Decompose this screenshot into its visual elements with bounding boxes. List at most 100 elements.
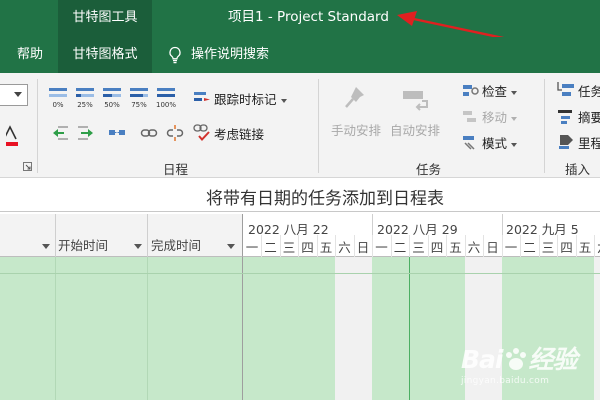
paw-print-icon	[505, 348, 526, 370]
column-filter-icon[interactable]	[42, 244, 50, 249]
auto-schedule-button[interactable]: 自动安排	[390, 120, 440, 139]
column-header-finish[interactable]: 完成时间	[151, 235, 201, 254]
percent-complete-75-button[interactable]: 75%	[126, 85, 152, 115]
ribbon-separator	[318, 79, 319, 173]
timescale-day: 六	[467, 240, 481, 255]
percent-label: 25%	[77, 101, 93, 109]
tell-me-search[interactable]: 操作说明搜索	[168, 37, 269, 73]
mode-button[interactable]: 模式	[482, 133, 518, 152]
move-label: 移动	[482, 110, 508, 125]
insert-task-icon	[557, 82, 574, 96]
ribbon-separator	[37, 79, 38, 173]
indent-task-icon[interactable]	[77, 124, 95, 142]
timescale-day: 一	[245, 240, 259, 255]
dialog-launcher-icon[interactable]	[23, 162, 32, 171]
baidu-jingyan-watermark: Bai 经验 jingyan.baidu.com	[461, 332, 591, 394]
timescale-day: 二	[393, 240, 407, 255]
tasks-group-label: 任务	[416, 162, 442, 177]
day-separator	[594, 235, 595, 257]
mode-icon	[463, 136, 475, 150]
column-gridline	[147, 257, 148, 400]
inspect-button[interactable]: 检查	[482, 81, 518, 100]
insert-summary-button[interactable]: 摘要	[578, 107, 600, 126]
lightbulb-icon	[169, 46, 181, 64]
insert-task-button[interactable]: 任务	[578, 81, 600, 100]
mark-on-track-button[interactable]: 跟踪时标记	[214, 89, 287, 108]
percent-bar-icon	[157, 88, 175, 97]
day-separator	[372, 235, 373, 257]
manual-schedule-pin-icon	[345, 87, 364, 108]
timescale-week: 2022 九月 5	[506, 222, 579, 237]
timescale-day: 日	[486, 240, 499, 255]
outdent-task-icon[interactable]	[51, 124, 69, 142]
timescale-day: 五	[578, 240, 592, 255]
timescale-day: 二	[264, 240, 277, 255]
percent-label: 100%	[155, 101, 176, 109]
auto-schedule-icon	[403, 91, 428, 111]
timescale-day: 日	[356, 240, 370, 255]
percent-complete-25-button[interactable]: 25%	[72, 85, 98, 115]
split-task-icon[interactable]	[108, 124, 126, 142]
column-header-start[interactable]: 开始时间	[58, 235, 108, 254]
percent-complete-100-button[interactable]: 100%	[153, 85, 179, 115]
day-separator	[335, 235, 336, 257]
timescale-day: 一	[375, 240, 388, 255]
percent-bar-icon	[49, 88, 67, 97]
day-separator	[390, 235, 392, 257]
percent-complete-0-button[interactable]: 0%	[45, 85, 71, 115]
column-separator[interactable]	[55, 214, 56, 257]
row-gridline	[0, 273, 600, 274]
task-grid-body[interactable]	[0, 257, 242, 400]
watermark-brand-cn: 经验	[528, 345, 578, 374]
timescale-day: 三	[282, 240, 296, 255]
move-icon	[463, 111, 476, 122]
insert-milestone-icon	[559, 135, 573, 149]
font-size-dropdown[interactable]	[0, 84, 28, 106]
percent-label: 75%	[131, 101, 147, 109]
percent-bar-icon	[130, 88, 148, 97]
tell-me-search-label: 操作说明搜索	[191, 47, 270, 62]
percent-complete-50-button[interactable]: 50%	[99, 85, 125, 115]
unlink-tasks-icon[interactable]	[166, 124, 184, 142]
watermark-logo: Bai 经验	[461, 340, 578, 376]
insert-milestone-button[interactable]: 里程	[578, 133, 600, 152]
day-separator	[446, 235, 447, 257]
day-separator	[409, 235, 410, 257]
insert-group-label: 插入	[565, 162, 591, 177]
font-color-icon[interactable]	[6, 125, 24, 147]
timeline-placeholder: 将带有日期的任务添加到日程表	[206, 189, 444, 209]
tab-gantt-chart-format[interactable]: 甘特图格式	[58, 37, 152, 73]
day-separator	[261, 235, 262, 257]
respect-links-icon	[193, 124, 210, 141]
mark-on-track-icon	[194, 92, 210, 101]
column-filter-icon[interactable]	[227, 244, 235, 249]
ribbon: 0% 25% 50% 75% 100% 跟踪时标记 考虑链接 日程 手动安排 自…	[0, 73, 600, 178]
gantt-timescale: 2022 八月 22 2022 八月 29 2022 九月 5 一二三四五六日一…	[242, 214, 600, 257]
tab-help[interactable]: 帮助	[17, 37, 43, 73]
nonworking-time-shading	[594, 257, 600, 400]
link-tasks-icon[interactable]	[140, 124, 158, 142]
percent-label: 0%	[52, 101, 64, 109]
column-gridline	[55, 257, 56, 400]
timeline-pane[interactable]: 将带有日期的任务添加到日程表	[0, 179, 600, 212]
move-button[interactable]: 移动	[482, 107, 518, 126]
day-separator	[464, 235, 466, 257]
timescale-day: 四	[430, 240, 444, 255]
respect-links-button[interactable]: 考虑链接	[214, 124, 264, 143]
day-separator	[575, 235, 577, 257]
column-separator[interactable]	[147, 214, 148, 257]
manual-schedule-button[interactable]: 手动安排	[331, 120, 381, 139]
timescale-day: 五	[319, 240, 333, 255]
timescale-day: 三	[412, 240, 425, 255]
day-separator	[538, 235, 540, 257]
timescale-day: 四	[301, 240, 314, 255]
task-grid-header: 开始时间 完成时间	[0, 214, 242, 257]
day-separator	[316, 235, 318, 257]
gantt-chart-tools-context-tab: 甘特图工具	[58, 0, 152, 37]
column-filter-icon[interactable]	[134, 244, 142, 249]
watermark-site: jingyan.baidu.com	[461, 376, 550, 386]
percent-bar-icon	[103, 88, 121, 97]
timescale-day: 一	[504, 240, 518, 255]
day-separator	[557, 235, 558, 257]
mode-label: 模式	[482, 136, 508, 151]
